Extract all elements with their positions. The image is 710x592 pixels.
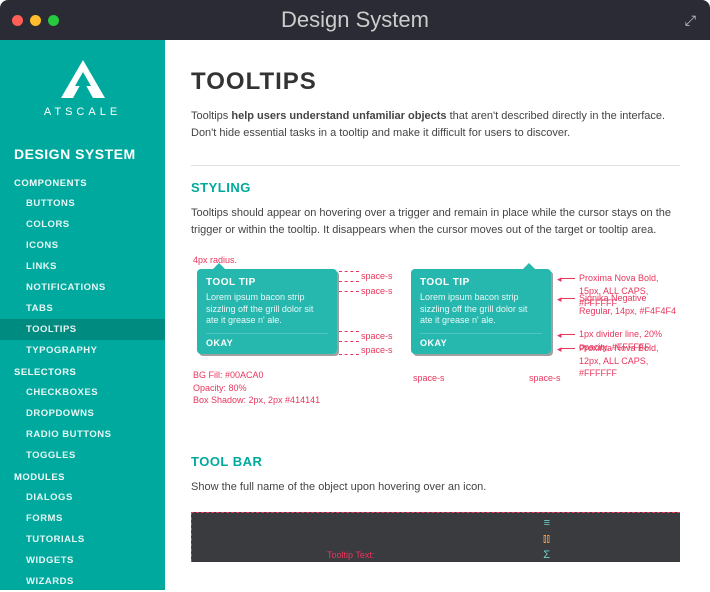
anno-line: BG Fill: #00ACA0 xyxy=(193,369,320,382)
anno-bg: BG Fill: #00ACA0 Opacity: 80% Box Shadow… xyxy=(193,369,320,407)
tt-title: TOOL TIP xyxy=(420,277,542,288)
anno-space: space-s xyxy=(361,270,393,283)
expand-icon[interactable]: ⤢ xyxy=(685,12,696,29)
sidebar-item-icons[interactable]: ICONS xyxy=(0,235,165,256)
sidebar-item-toggles[interactable]: TOGGLES xyxy=(0,445,165,466)
sidebar-item-colors[interactable]: COLORS xyxy=(0,214,165,235)
tooltip-example-1: TOOL TIP Lorem ipsum bacon strip sizzlin… xyxy=(197,269,337,354)
zoom-icon[interactable] xyxy=(48,15,59,26)
anno-space: space-s xyxy=(361,330,393,343)
sidebar-item-widgets[interactable]: WIDGETS xyxy=(0,550,165,571)
anno-arrow: ◂ xyxy=(557,330,562,341)
sidebar-item-tutorials[interactable]: TUTORIALS xyxy=(0,529,165,550)
nav-section-label: COMPONENTS xyxy=(0,172,165,193)
toolbar-title: TOOL BAR xyxy=(191,454,680,469)
anno-font-action: Proxima Nova Bold, 12px, ALL CAPS, #FFFF… xyxy=(579,342,680,380)
guide-line xyxy=(339,281,359,282)
toolbar-body: Show the full name of the object upon ho… xyxy=(191,479,680,496)
anno-font-body: Signika Negative Regular, 14px, #F4F4F4 xyxy=(579,292,680,317)
page-intro: Tooltips help users understand unfamilia… xyxy=(191,108,680,141)
sidebar-item-radio-buttons[interactable]: RADIO BUTTONS xyxy=(0,424,165,445)
tt-action: OKAY xyxy=(420,338,542,348)
anno-arrow: ◂ xyxy=(557,274,562,285)
tt-action: OKAY xyxy=(206,338,328,348)
tt-body: Lorem ipsum bacon strip sizzling off the… xyxy=(206,292,328,327)
intro-prefix: Tooltips xyxy=(191,110,231,122)
sidebar-item-links[interactable]: LINKS xyxy=(0,256,165,277)
nav-section-label: SELECTORS xyxy=(0,361,165,382)
anno-space: space-s xyxy=(413,372,445,385)
titlebar: Design System ⤢ xyxy=(0,0,710,40)
sidebar-item-checkboxes[interactable]: CHECKBOXES xyxy=(0,382,165,403)
minimize-icon[interactable] xyxy=(30,15,41,26)
sidebar-item-dropdowns[interactable]: DROPDOWNS xyxy=(0,403,165,424)
logo-icon xyxy=(55,58,111,100)
divider xyxy=(191,165,680,166)
tooltip-example-2: TOOL TIP Lorem ipsum bacon strip sizzlin… xyxy=(411,269,551,354)
brand-logo-area: ATSCALE xyxy=(0,40,165,132)
anno-arrow: ◂ xyxy=(557,294,562,305)
sidebar-item-typography[interactable]: TYPOGRAPHY xyxy=(0,340,165,361)
toolbar-tooltip-label: Tooltip Text: xyxy=(327,550,374,560)
tt-divider xyxy=(206,333,328,334)
toolbar-preview: ≡ ⫾⫾ Σ Tooltip Text: xyxy=(191,512,680,562)
window-controls xyxy=(12,15,59,26)
guide-line xyxy=(339,331,359,332)
anno-space: space-s xyxy=(361,285,393,298)
close-icon[interactable] xyxy=(12,15,23,26)
intro-bold: help users understand unfamiliar objects xyxy=(231,110,446,122)
toolbar-sigma-icon: Σ xyxy=(543,549,550,561)
anno-line: Box Shadow: 2px, 2px #414141 xyxy=(193,394,320,407)
sidebar-item-forms[interactable]: FORMS xyxy=(0,508,165,529)
guide-line xyxy=(339,291,359,292)
anno-line: Opacity: 80% xyxy=(193,382,320,395)
brand-name: ATSCALE xyxy=(0,106,165,118)
styling-diagram: 4px radius. space-s space-s space-s spac… xyxy=(191,254,680,434)
sidebar-item-wizards[interactable]: WIZARDS xyxy=(0,571,165,592)
anno-space: space-s xyxy=(361,344,393,357)
sidebar-item-buttons[interactable]: BUTTONS xyxy=(0,193,165,214)
sidebar: ATSCALE DESIGN SYSTEM COMPONENTSBUTTONSC… xyxy=(0,40,165,590)
sidebar-item-tabs[interactable]: TABS xyxy=(0,298,165,319)
window-title: Design System xyxy=(281,7,429,33)
toolbar-stats-icon: ⫾⫾ xyxy=(543,533,550,546)
sidebar-item-notifications[interactable]: NOTIFICATIONS xyxy=(0,277,165,298)
anno-arrow: ◂ xyxy=(557,344,562,355)
sidebar-item-tooltips[interactable]: TOOLTIPS xyxy=(0,319,165,340)
anno-space: space-s xyxy=(529,372,561,385)
nav-section-label: MODULES xyxy=(0,466,165,487)
tt-body: Lorem ipsum bacon strip sizzling off the… xyxy=(420,292,542,327)
guide-line xyxy=(561,298,575,299)
styling-title: STYLING xyxy=(191,180,680,195)
toolbar-icon: ≡ xyxy=(544,517,550,529)
tt-divider xyxy=(420,333,542,334)
main-content: TOOLTIPS Tooltips help users understand … xyxy=(165,40,710,590)
sidebar-item-dialogs[interactable]: DIALOGS xyxy=(0,487,165,508)
nav-header: DESIGN SYSTEM xyxy=(0,132,165,172)
guide-line xyxy=(339,354,359,355)
guide-line xyxy=(339,341,359,342)
guide-line xyxy=(339,271,359,272)
page-title: TOOLTIPS xyxy=(191,68,680,96)
styling-body: Tooltips should appear on hovering over … xyxy=(191,205,680,238)
guide-line xyxy=(561,348,575,349)
guide-line xyxy=(561,278,575,279)
guide-line xyxy=(561,334,575,335)
tt-title: TOOL TIP xyxy=(206,277,328,288)
